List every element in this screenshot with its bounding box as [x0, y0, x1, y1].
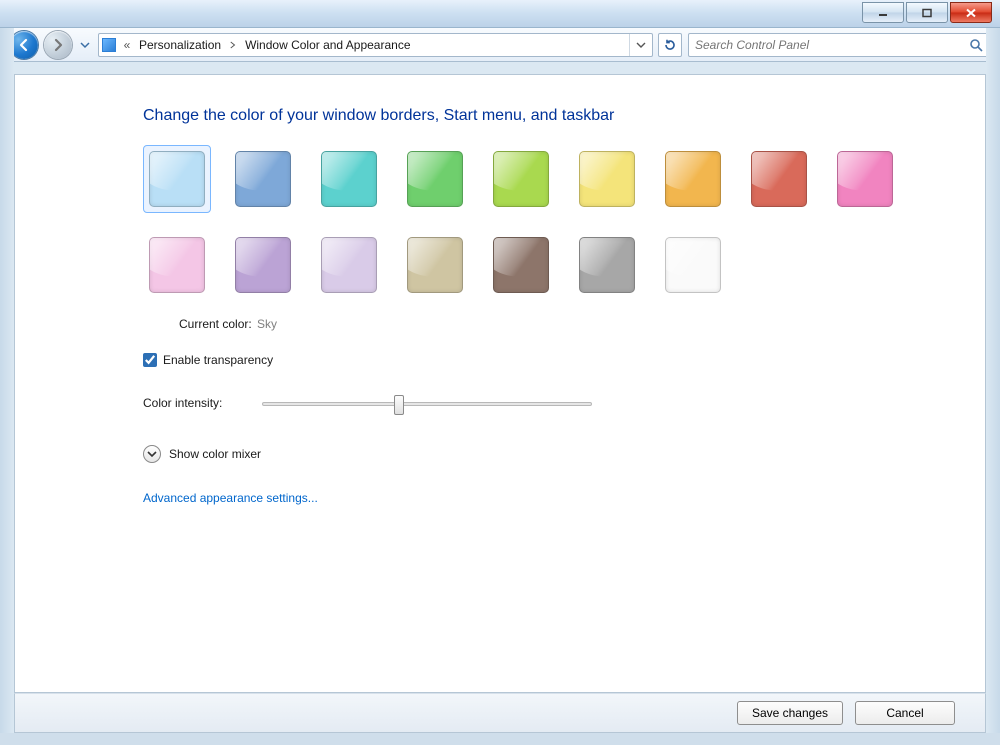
- color-intensity-slider[interactable]: [262, 393, 592, 413]
- chevron-down-icon: [636, 40, 646, 50]
- control-panel-icon: [99, 38, 119, 52]
- window-frame-left: [0, 28, 14, 745]
- color-intensity-label: Color intensity:: [143, 396, 222, 410]
- arrow-right-icon: [51, 38, 65, 52]
- arrow-left-icon: [17, 38, 31, 52]
- search-box[interactable]: [688, 33, 990, 57]
- color-intensity-row: Color intensity:: [143, 393, 895, 413]
- color-swatch-sun[interactable]: [573, 145, 641, 213]
- color-tile: [235, 237, 291, 293]
- color-swatch-leaf[interactable]: [401, 145, 469, 213]
- explorer-navbar: « Personalization Window Color and Appea…: [0, 28, 1000, 62]
- save-changes-button[interactable]: Save changes: [737, 701, 843, 725]
- address-bar[interactable]: « Personalization Window Color and Appea…: [98, 33, 653, 57]
- color-swatch-lavender[interactable]: [315, 231, 383, 299]
- color-tile: [235, 151, 291, 207]
- show-color-mixer-label[interactable]: Show color mixer: [169, 447, 261, 461]
- color-tile: [407, 237, 463, 293]
- color-tile: [579, 237, 635, 293]
- color-tile: [407, 151, 463, 207]
- slider-thumb[interactable]: [394, 395, 404, 415]
- color-swatch-slate[interactable]: [573, 231, 641, 299]
- minimize-button[interactable]: [862, 2, 904, 23]
- color-swatch-grid: [143, 145, 903, 299]
- chevron-down-icon: [80, 40, 90, 50]
- nav-back-button[interactable]: [10, 31, 38, 59]
- color-swatch-twilight[interactable]: [229, 145, 297, 213]
- color-tile: [321, 151, 377, 207]
- breadcrumb-level-1[interactable]: Personalization: [135, 38, 225, 52]
- chevron-right-icon: [225, 40, 241, 50]
- refresh-icon: [663, 38, 677, 52]
- enable-transparency-row: Enable transparency: [143, 353, 895, 367]
- color-swatch-taupe[interactable]: [401, 231, 469, 299]
- cancel-button[interactable]: Cancel: [855, 701, 955, 725]
- show-color-mixer-row: Show color mixer: [143, 445, 895, 463]
- command-bar: Save changes Cancel: [14, 693, 986, 733]
- content-pane: Change the color of your window borders,…: [14, 74, 986, 693]
- search-icon: [969, 38, 983, 52]
- current-color-row: Current color: Sky: [179, 317, 895, 331]
- color-swatch-blush[interactable]: [143, 231, 211, 299]
- color-swatch-chocolate[interactable]: [487, 231, 555, 299]
- color-swatch-violet[interactable]: [229, 231, 297, 299]
- page-heading: Change the color of your window borders,…: [143, 107, 895, 125]
- show-color-mixer-button[interactable]: [143, 445, 161, 463]
- minimize-icon: [877, 8, 889, 18]
- close-icon: [965, 8, 977, 18]
- color-swatch-sky[interactable]: [143, 145, 211, 213]
- address-dropdown-button[interactable]: [630, 34, 652, 56]
- current-color-label: Current color:: [179, 317, 252, 331]
- window-titlebar: [0, 0, 1000, 28]
- color-tile: [493, 151, 549, 207]
- color-tile: [665, 237, 721, 293]
- chevron-down-icon: [147, 449, 157, 459]
- color-tile: [751, 151, 807, 207]
- color-tile: [149, 237, 205, 293]
- maximize-icon: [921, 8, 933, 18]
- chevron-left-double-icon: «: [119, 38, 135, 52]
- nav-history-dropdown[interactable]: [78, 37, 92, 53]
- color-tile: [493, 237, 549, 293]
- close-button[interactable]: [950, 2, 992, 23]
- color-tile: [665, 151, 721, 207]
- color-tile: [321, 237, 377, 293]
- advanced-appearance-link[interactable]: Advanced appearance settings...: [143, 491, 895, 505]
- current-color-value: Sky: [257, 317, 277, 331]
- window-frame-bottom: [0, 733, 1000, 745]
- breadcrumb-level-2[interactable]: Window Color and Appearance: [241, 38, 414, 52]
- color-swatch-ruby[interactable]: [745, 145, 813, 213]
- enable-transparency-label[interactable]: Enable transparency: [163, 353, 273, 367]
- window-frame-right: [986, 28, 1000, 745]
- color-swatch-pumpkin[interactable]: [659, 145, 727, 213]
- color-swatch-frost[interactable]: [659, 231, 727, 299]
- slider-track: [262, 402, 592, 406]
- color-tile: [579, 151, 635, 207]
- color-swatch-lime[interactable]: [487, 145, 555, 213]
- search-input[interactable]: [695, 38, 969, 52]
- maximize-button[interactable]: [906, 2, 948, 23]
- refresh-button[interactable]: [658, 33, 682, 57]
- enable-transparency-checkbox[interactable]: [143, 353, 157, 367]
- color-tile: [149, 151, 205, 207]
- color-tile: [837, 151, 893, 207]
- color-swatch-sea[interactable]: [315, 145, 383, 213]
- nav-forward-button[interactable]: [44, 31, 72, 59]
- color-swatch-fuchsia[interactable]: [831, 145, 899, 213]
